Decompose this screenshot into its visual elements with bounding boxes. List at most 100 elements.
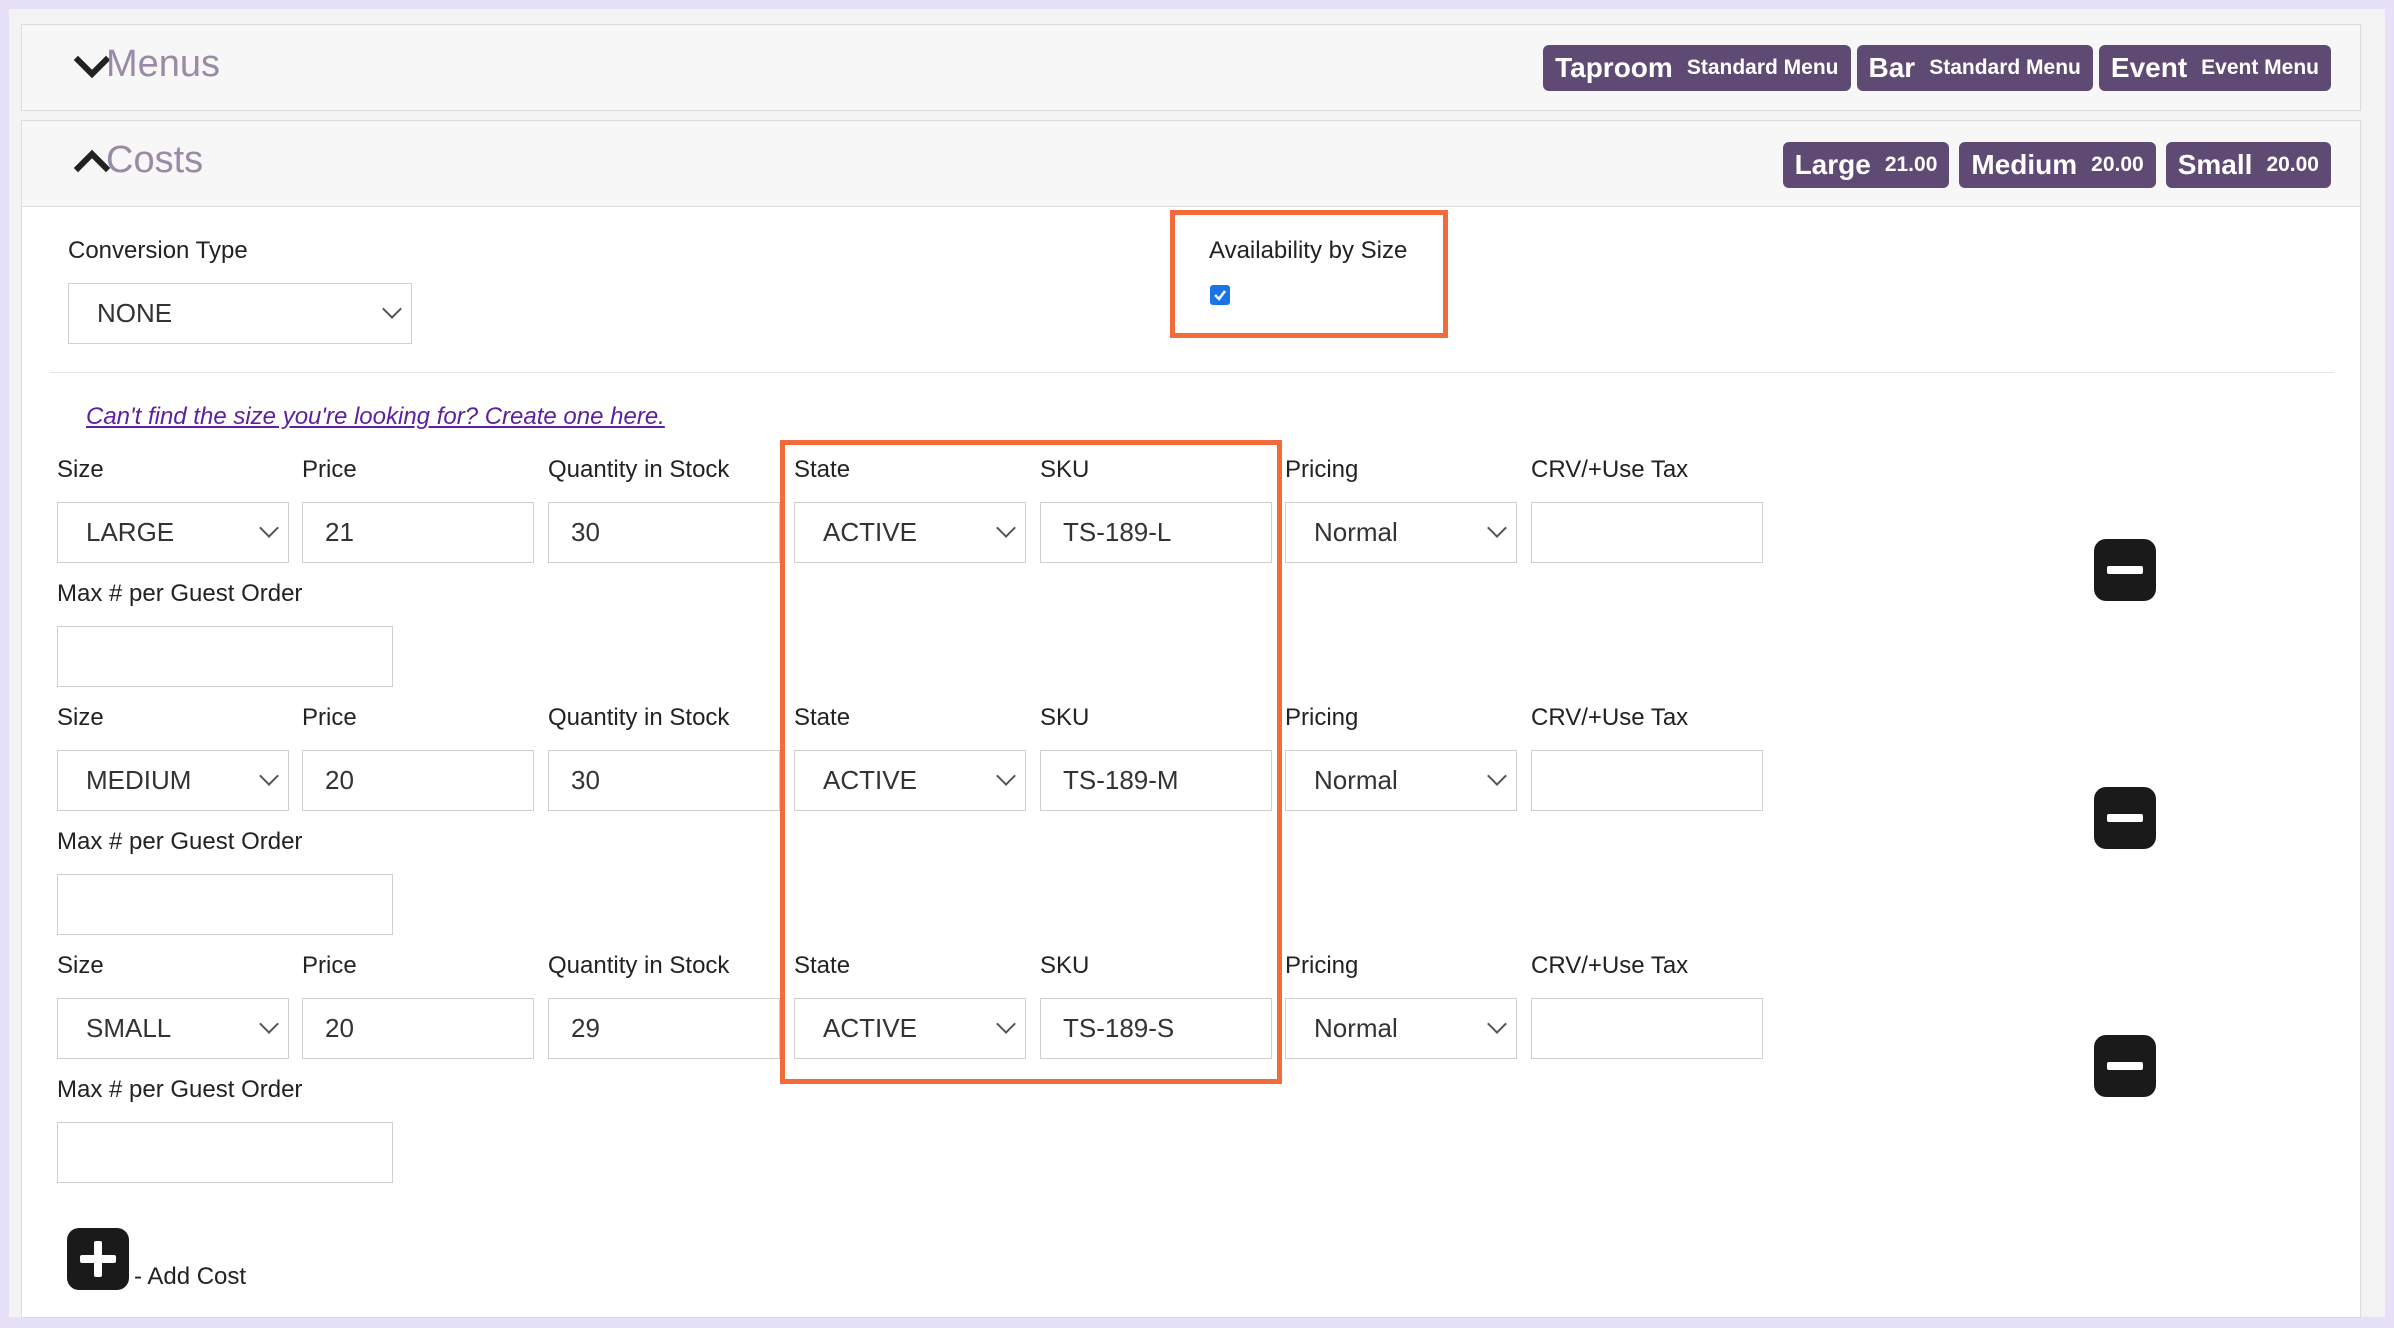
chevron-down-icon <box>996 766 1016 786</box>
sku-input[interactable]: TS-189-L <box>1040 502 1272 563</box>
menus-panel[interactable]: Menus Taproom Standard Menu Bar Standard… <box>21 24 2361 111</box>
crv-input[interactable] <box>1531 750 1763 811</box>
availability-highlight <box>1170 210 1448 338</box>
state-value: ACTIVE <box>823 517 917 547</box>
price-input[interactable]: 20 <box>302 998 534 1059</box>
check-icon <box>1214 290 1226 301</box>
chevron-down-icon <box>259 1014 279 1034</box>
max-guest-input[interactable] <box>57 626 393 687</box>
pricing-label: Pricing <box>1285 704 1359 731</box>
chevron-down-icon <box>259 766 279 786</box>
qty-input[interactable]: 29 <box>548 998 780 1059</box>
menu-tag-sub: Event Menu <box>2201 56 2319 79</box>
price-label: Price <box>302 704 357 731</box>
remove-cost-button[interactable] <box>2094 539 2156 601</box>
qty-input[interactable]: 30 <box>548 750 780 811</box>
conversion-type-label: Conversion Type <box>68 237 248 264</box>
qty-input[interactable]: 30 <box>548 502 780 563</box>
state-select[interactable]: ACTIVE <box>794 750 1026 811</box>
price-label: Price <box>302 456 357 483</box>
pricing-value: Normal <box>1314 1013 1398 1043</box>
sku-input[interactable]: TS-189-S <box>1040 998 1272 1059</box>
cost-tag-value: 21.00 <box>1884 153 1938 176</box>
qty-label: Quantity in Stock <box>548 456 730 483</box>
crv-input[interactable] <box>1531 502 1763 563</box>
qty-label: Quantity in Stock <box>548 952 730 979</box>
section-divider <box>50 372 2334 373</box>
crv-label: CRV/+Use Tax <box>1531 704 1689 731</box>
state-select[interactable]: ACTIVE <box>794 998 1026 1059</box>
cost-tag-value: 20.00 <box>2266 153 2319 176</box>
size-select[interactable]: LARGE <box>57 502 289 563</box>
menus-title[interactable]: Menus <box>106 43 220 86</box>
menu-tag-sub: Standard Menu <box>1929 56 2081 79</box>
pricing-value: Normal <box>1314 517 1398 547</box>
sku-input[interactable]: TS-189-M <box>1040 750 1272 811</box>
chevron-down-icon <box>382 299 402 319</box>
cost-tag-medium: Medium 20.00 <box>1959 142 2156 188</box>
pricing-select[interactable]: Normal <box>1285 502 1517 563</box>
pricing-label: Pricing <box>1285 952 1359 979</box>
sku-label: SKU <box>1040 456 1090 483</box>
create-size-link[interactable]: Can't find the size you're looking for? … <box>86 403 665 431</box>
cost-tag-name: Large <box>1794 149 1871 180</box>
cost-tags: Large 21.00 Medium 20.00 Small 20.00 <box>1782 142 2331 188</box>
size-label: Size <box>57 952 104 979</box>
conversion-type-select[interactable]: NONE <box>68 283 412 344</box>
price-input[interactable]: 20 <box>302 750 534 811</box>
price-input[interactable]: 21 <box>302 502 534 563</box>
cost-tag-name: Small <box>2177 149 2253 180</box>
max-guest-input[interactable] <box>57 1122 393 1183</box>
chevron-down-icon <box>1487 1014 1507 1034</box>
chevron-down-icon <box>996 1014 1016 1034</box>
cost-tag-value: 20.00 <box>2091 153 2144 176</box>
state-value: ACTIVE <box>823 765 917 795</box>
menu-tag-taproom: Taproom Standard Menu <box>1543 45 1851 91</box>
menu-tag-name: Event <box>2110 52 2188 83</box>
state-select[interactable]: ACTIVE <box>794 502 1026 563</box>
state-label: State <box>794 952 851 979</box>
remove-cost-button[interactable] <box>2094 787 2156 849</box>
state-label: State <box>794 704 851 731</box>
pricing-select[interactable]: Normal <box>1285 750 1517 811</box>
chevron-down-icon <box>1487 518 1507 538</box>
sku-label: SKU <box>1040 704 1090 731</box>
chevron-down-icon <box>259 518 279 538</box>
availability-checkbox[interactable] <box>1210 285 1230 305</box>
remove-cost-button[interactable] <box>2094 1035 2156 1097</box>
qty-label: Quantity in Stock <box>548 704 730 731</box>
crv-label: CRV/+Use Tax <box>1531 952 1689 979</box>
size-select[interactable]: SMALL <box>57 998 289 1059</box>
size-value: LARGE <box>86 517 175 547</box>
max-guest-input[interactable] <box>57 874 393 935</box>
max-guest-label: Max # per Guest Order <box>57 828 303 855</box>
menu-tags: Taproom Standard Menu Bar Standard Menu … <box>1543 45 2331 91</box>
menu-tag-sub: Standard Menu <box>1686 56 1839 79</box>
cost-tag-large: Large 21.00 <box>1782 142 1950 188</box>
price-label: Price <box>302 952 357 979</box>
max-guest-label: Max # per Guest Order <box>57 580 303 607</box>
chevron-down-icon <box>1487 766 1507 786</box>
menu-tag-name: Bar <box>1868 52 1916 83</box>
costs-header[interactable]: Costs Large 21.00 Medium 20.00 Small 20.… <box>21 120 2361 207</box>
crv-input[interactable] <box>1531 998 1763 1059</box>
conversion-type-value: NONE <box>97 298 173 328</box>
menu-tag-name: Taproom <box>1555 52 1673 83</box>
add-cost-button[interactable] <box>67 1228 129 1290</box>
costs-title[interactable]: Costs <box>106 139 203 182</box>
size-label: Size <box>57 456 104 483</box>
cost-tag-name: Medium <box>1971 149 2078 180</box>
menu-tag-bar: Bar Standard Menu <box>1856 45 2093 91</box>
size-value: SMALL <box>86 1013 172 1043</box>
sku-label: SKU <box>1040 952 1090 979</box>
state-value: ACTIVE <box>823 1013 917 1043</box>
availability-label: Availability by Size <box>1209 237 1408 264</box>
menu-tag-event: Event Event Menu <box>2098 45 2331 91</box>
add-cost-label[interactable]: - Add Cost <box>134 1263 246 1291</box>
state-label: State <box>794 456 851 483</box>
size-select[interactable]: MEDIUM <box>57 750 289 811</box>
pricing-select[interactable]: Normal <box>1285 998 1517 1059</box>
crv-label: CRV/+Use Tax <box>1531 456 1689 483</box>
pricing-label: Pricing <box>1285 456 1359 483</box>
chevron-down-icon <box>996 518 1016 538</box>
